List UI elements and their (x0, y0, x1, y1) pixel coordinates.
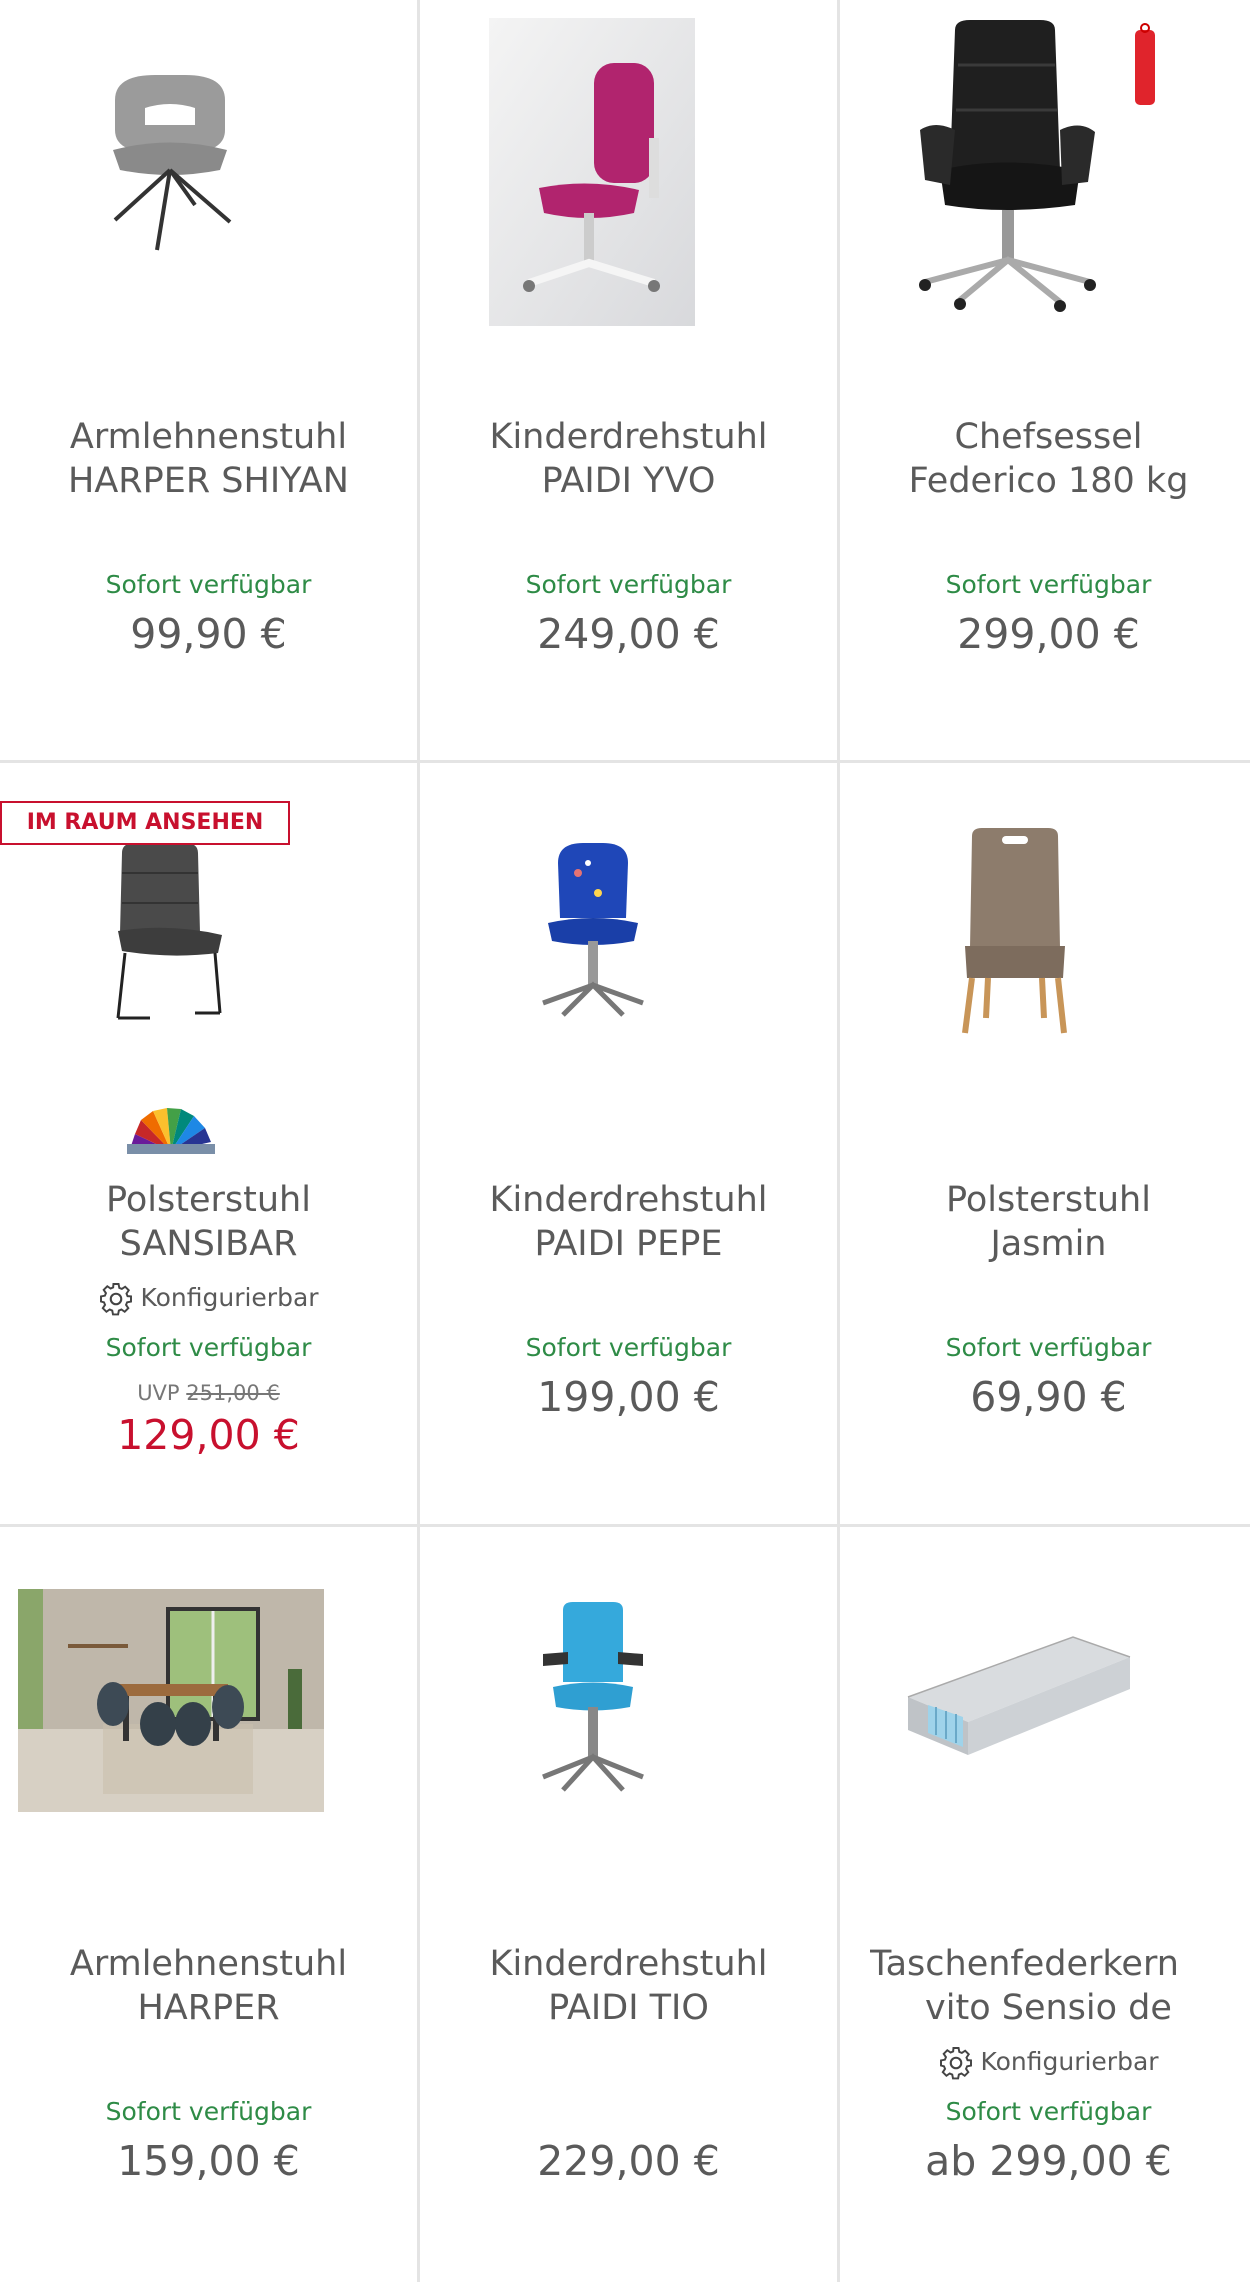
product-title[interactable]: Kinderdrehstuhl PAIDI TIO (440, 1942, 817, 2030)
kids-swivel-chair-turquoise-image[interactable] (538, 1602, 648, 1792)
pocket-spring-mattress-image[interactable] (898, 1627, 1138, 1762)
sale-price: 129,00 € (117, 1411, 300, 1459)
availability-status: Sofort verfügbar (945, 570, 1152, 599)
product-card[interactable]: Polsterstuhl Jasmin Sofort verfügbar 69,9… (840, 763, 1250, 1525)
configurable-label[interactable]: Konfigurierbar (0, 1281, 417, 1317)
product-price: ab 299,00 € (925, 2137, 1172, 2185)
executive-chair-black-image[interactable] (910, 20, 1160, 320)
availability-status: Sofort verfügbar (525, 1333, 732, 1362)
product-title[interactable]: Taschenfederkern vito Sensio de (870, 1942, 1227, 2030)
product-title[interactable]: Kinderdrehstuhl PAIDI YVO (440, 415, 817, 503)
availability-status: Sofort verfügbar (105, 2097, 312, 2126)
gear-icon (940, 2047, 973, 2080)
product-price: 199,00 € (537, 1373, 720, 1421)
availability-status: Sofort verfügbar (105, 570, 312, 599)
product-title[interactable]: Chefsessel Federico 180 kg (860, 415, 1237, 503)
dining-room-scene-image[interactable] (18, 1589, 324, 1812)
gear-icon (100, 1283, 133, 1316)
configurable-label[interactable]: Konfigurierbar (840, 2045, 1250, 2081)
product-card[interactable]: Taschenfederkern vito Sensio de Konfigur… (840, 1527, 1250, 2289)
availability-status: Sofort verfügbar (105, 1333, 312, 1362)
product-price: 69,90 € (970, 1373, 1127, 1421)
product-title[interactable]: Armlehnenstuhl HARPER (20, 1942, 397, 2030)
product-title[interactable]: Kinderdrehstuhl PAIDI PEPE (440, 1178, 817, 1266)
product-card[interactable]: Armlehnenstuhl HARPER SHIYAN Sofort verfü… (0, 0, 417, 762)
kids-swivel-chair-pink-image[interactable] (489, 18, 695, 326)
uvp-price: UVP 251,00 € (137, 1381, 280, 1405)
product-card[interactable]: Kinderdrehstuhl PAIDI TIO 229,00 € (420, 1527, 837, 2289)
view-in-room-badge[interactable]: IM RAUM ANSEHEN (0, 801, 290, 845)
product-card[interactable]: Armlehnenstuhl HARPER Sofort verfügbar 15… (0, 1527, 417, 2289)
availability-status: Sofort verfügbar (945, 2097, 1152, 2126)
product-card[interactable]: Kinderdrehstuhl PAIDI PEPE Sofort verfügb… (420, 763, 837, 1525)
color-swatch-fan-icon (127, 1108, 215, 1154)
armchair-grey-image[interactable] (95, 70, 245, 260)
product-grid: Armlehnenstuhl HARPER SHIYAN Sofort verfü… (0, 0, 1250, 2282)
upholstered-chair-anthracite-image[interactable] (110, 843, 230, 1023)
product-card[interactable]: IM RAUM ANSEHEN Polsterstuhl SANSIBAR Kon… (0, 763, 417, 1525)
availability-status: Sofort verfügbar (525, 570, 732, 599)
product-price: 249,00 € (537, 610, 720, 658)
product-title[interactable]: Polsterstuhl SANSIBAR (20, 1178, 397, 1266)
product-title[interactable]: Polsterstuhl Jasmin (860, 1178, 1237, 1266)
kids-swivel-chair-blue-image[interactable] (538, 843, 648, 1018)
product-price: 299,00 € (957, 610, 1140, 658)
upholstered-chair-taupe-image[interactable] (960, 828, 1070, 1038)
product-card[interactable]: Kinderdrehstuhl PAIDI YVO Sofort verfügba… (420, 0, 837, 762)
product-price: 159,00 € (117, 2137, 300, 2185)
product-price: 99,90 € (130, 610, 287, 658)
product-title[interactable]: Armlehnenstuhl HARPER SHIYAN (20, 415, 397, 503)
availability-status: Sofort verfügbar (945, 1333, 1152, 1362)
product-price: 229,00 € (537, 2137, 720, 2185)
product-card[interactable]: Chefsessel Federico 180 kg Sofort verfügb… (840, 0, 1250, 762)
